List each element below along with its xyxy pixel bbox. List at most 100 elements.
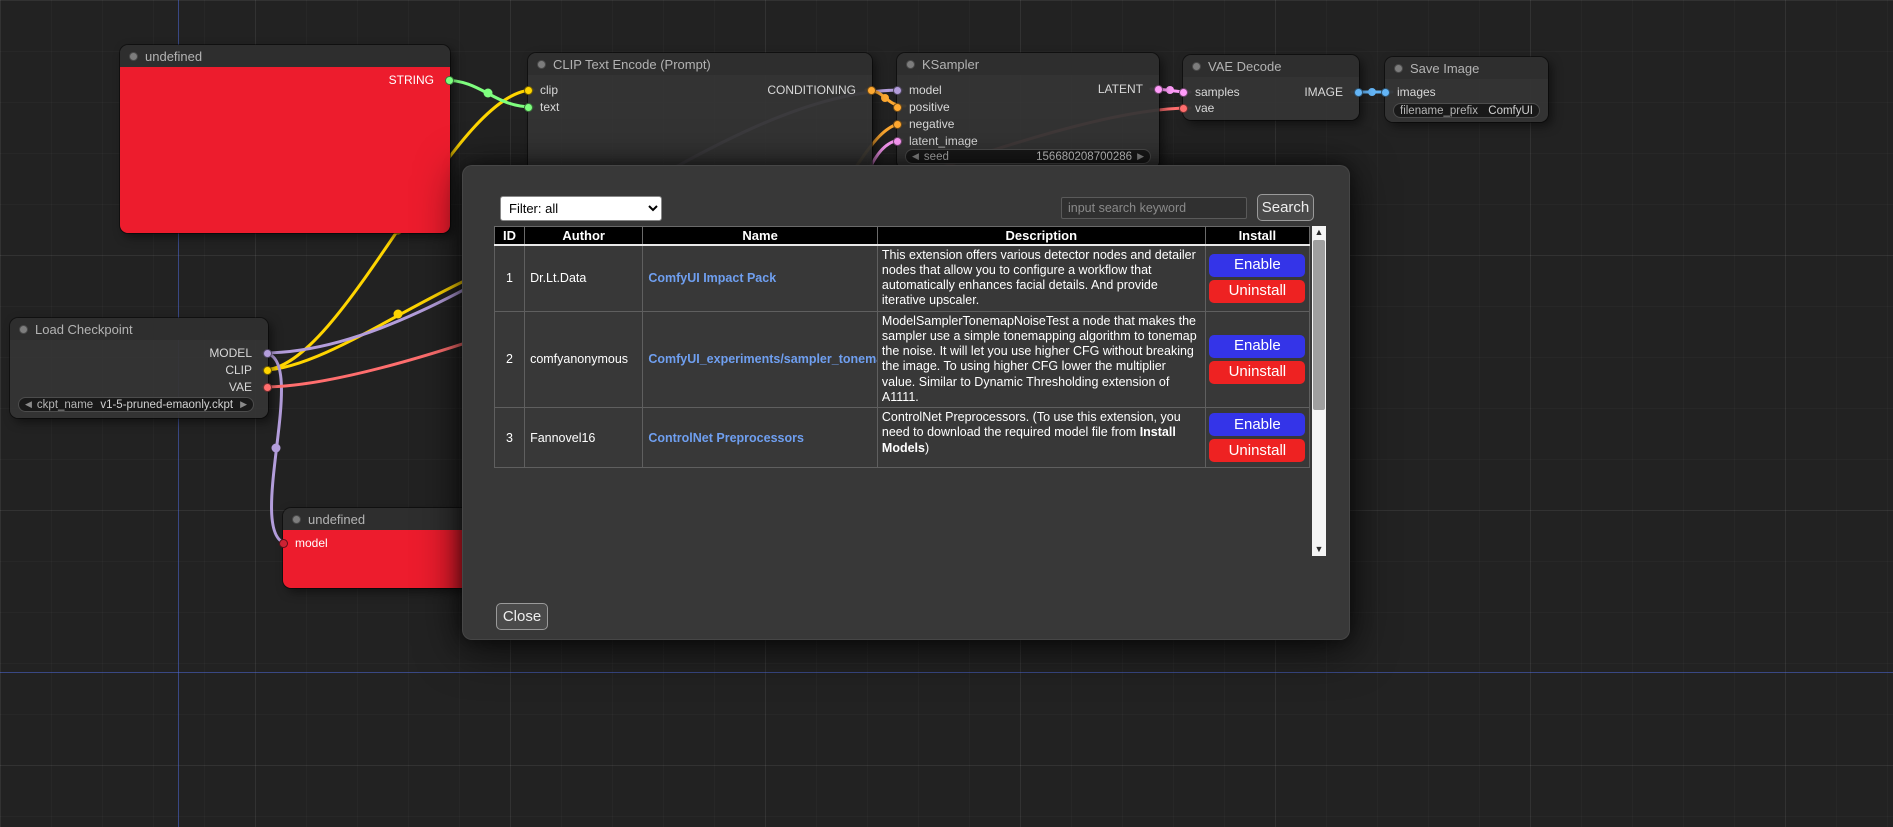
extension-link[interactable]: ControlNet Preprocessors bbox=[648, 431, 804, 445]
widget-value: ComfyUI bbox=[1488, 105, 1533, 117]
widget-name: ckpt_name bbox=[37, 399, 93, 411]
string-output-port[interactable] bbox=[445, 76, 454, 85]
scroll-down-arrow-icon[interactable]: ▼ bbox=[1312, 543, 1326, 556]
node-title: VAE Decode bbox=[1208, 59, 1281, 74]
description-text: ControlNet Preprocessors. (To use this e… bbox=[882, 410, 1181, 439]
images-input-port[interactable] bbox=[1381, 88, 1390, 97]
node-title: CLIP Text Encode (Prompt) bbox=[553, 57, 711, 72]
node-title-bar[interactable]: CLIP Text Encode (Prompt) bbox=[528, 53, 872, 75]
node-body: samples vae IMAGE bbox=[1183, 77, 1359, 120]
collapse-dot-icon[interactable] bbox=[19, 325, 28, 334]
node-vae-decode[interactable]: VAE Decode samples vae IMAGE bbox=[1183, 55, 1359, 120]
model-input-port[interactable] bbox=[893, 86, 902, 95]
input-label: latent_image bbox=[909, 135, 978, 147]
image-output-port[interactable] bbox=[1354, 88, 1363, 97]
collapse-dot-icon[interactable] bbox=[129, 52, 138, 61]
node-body: MODEL CLIP VAE ◀ ckpt_name v1-5-pruned-e… bbox=[10, 340, 268, 418]
extension-row: 2 comfyanonymous ComfyUI_experiments/sam… bbox=[495, 311, 1310, 408]
collapse-dot-icon[interactable] bbox=[537, 60, 546, 69]
link-midpoint-dot bbox=[1166, 86, 1174, 94]
input-label: text bbox=[540, 101, 559, 113]
decrement-arrow-icon[interactable]: ◀ bbox=[912, 152, 919, 161]
close-button[interactable]: Close bbox=[496, 603, 548, 630]
increment-arrow-icon[interactable]: ▶ bbox=[1137, 152, 1144, 161]
samples-input-port[interactable] bbox=[1179, 88, 1188, 97]
node-body: STRING bbox=[120, 67, 450, 233]
extension-author: Fannovel16 bbox=[525, 408, 643, 468]
search-input[interactable] bbox=[1061, 197, 1247, 219]
widget-value: v1-5-pruned-emaonly.ckpt bbox=[100, 399, 233, 411]
table-scrollbar[interactable]: ▲ ▼ bbox=[1312, 226, 1326, 556]
node-title: KSampler bbox=[922, 57, 979, 72]
text-input-port[interactable] bbox=[524, 103, 533, 112]
conditioning-output-port[interactable] bbox=[867, 86, 876, 95]
extension-description: ControlNet Preprocessors. (To use this e… bbox=[877, 408, 1205, 468]
clip-input-port[interactable] bbox=[524, 86, 533, 95]
extension-author: Dr.Lt.Data bbox=[525, 245, 643, 312]
input-label: clip bbox=[540, 84, 558, 96]
extension-description: ModelSamplerTonemapNoiseTest a node that… bbox=[877, 311, 1205, 408]
extension-id: 2 bbox=[495, 311, 525, 408]
node-title-bar[interactable]: KSampler bbox=[897, 53, 1159, 75]
link-midpoint-dot bbox=[394, 310, 403, 319]
collapse-dot-icon[interactable] bbox=[906, 60, 915, 69]
node-title-bar[interactable]: undefined bbox=[120, 45, 450, 67]
node-title-bar[interactable]: VAE Decode bbox=[1183, 55, 1359, 77]
collapse-dot-icon[interactable] bbox=[1192, 62, 1201, 71]
collapse-dot-icon[interactable] bbox=[1394, 64, 1403, 73]
header-author: Author bbox=[525, 227, 643, 245]
negative-input-port[interactable] bbox=[893, 120, 902, 129]
node-title: Save Image bbox=[1410, 61, 1479, 76]
enable-button[interactable]: Enable bbox=[1209, 254, 1305, 277]
extension-id: 1 bbox=[495, 245, 525, 312]
extension-table: ID Author Name Description Install 1 Dr.… bbox=[494, 226, 1310, 468]
scrollbar-thumb[interactable] bbox=[1313, 240, 1325, 410]
node-graph-canvas[interactable]: undefined STRING CLIP Text Encode (Promp… bbox=[0, 0, 1893, 827]
widget-name: seed bbox=[924, 151, 949, 163]
ckpt-name-widget[interactable]: ◀ ckpt_name v1-5-pruned-emaonly.ckpt ▶ bbox=[18, 397, 254, 412]
filter-select[interactable]: Filter: all bbox=[500, 196, 662, 221]
scroll-up-arrow-icon[interactable]: ▲ bbox=[1312, 226, 1326, 239]
enable-button[interactable]: Enable bbox=[1209, 413, 1305, 436]
clip-output-port[interactable] bbox=[263, 366, 272, 375]
extension-row: 3 Fannovel16 ControlNet Preprocessors Co… bbox=[495, 408, 1310, 468]
latent-image-input-port[interactable] bbox=[893, 137, 902, 146]
prev-option-arrow-icon[interactable]: ◀ bbox=[25, 400, 32, 409]
extension-link[interactable]: ComfyUI Impact Pack bbox=[648, 271, 776, 285]
header-name: Name bbox=[643, 227, 878, 245]
uninstall-button[interactable]: Uninstall bbox=[1209, 361, 1305, 384]
uninstall-button[interactable]: Uninstall bbox=[1209, 280, 1305, 303]
output-label: CLIP bbox=[225, 364, 252, 376]
seed-widget[interactable]: ◀ seed 156680208700286 ▶ bbox=[905, 149, 1151, 164]
description-text: ) bbox=[925, 441, 929, 455]
node-title-bar[interactable]: Load Checkpoint bbox=[10, 318, 268, 340]
vae-input-port[interactable] bbox=[1179, 104, 1188, 113]
link-midpoint-dot bbox=[272, 444, 281, 453]
node-ksampler[interactable]: KSampler model positive negative latent_… bbox=[897, 53, 1159, 169]
node-title-bar[interactable]: Save Image bbox=[1385, 57, 1548, 79]
uninstall-button[interactable]: Uninstall bbox=[1209, 439, 1305, 462]
model-input-port[interactable] bbox=[279, 539, 288, 548]
link-midpoint-dot bbox=[484, 89, 493, 98]
filename-prefix-widget[interactable]: filename_prefix ComfyUI bbox=[1393, 103, 1540, 118]
next-option-arrow-icon[interactable]: ▶ bbox=[240, 400, 247, 409]
positive-input-port[interactable] bbox=[893, 103, 902, 112]
node-load-checkpoint[interactable]: Load Checkpoint MODEL CLIP VAE ◀ ckpt_na… bbox=[10, 318, 268, 418]
table-header-row: ID Author Name Description Install bbox=[495, 227, 1310, 245]
node-body: model positive negative latent_image LAT… bbox=[897, 75, 1159, 169]
search-button[interactable]: Search bbox=[1257, 194, 1314, 221]
input-label: vae bbox=[1195, 102, 1214, 114]
collapse-dot-icon[interactable] bbox=[292, 515, 301, 524]
model-output-port[interactable] bbox=[263, 349, 272, 358]
node-save-image[interactable]: Save Image images filename_prefix ComfyU… bbox=[1385, 57, 1548, 122]
enable-button[interactable]: Enable bbox=[1209, 335, 1305, 358]
extension-author: comfyanonymous bbox=[525, 311, 643, 408]
input-label: images bbox=[1397, 86, 1436, 98]
vae-output-port[interactable] bbox=[263, 383, 272, 392]
output-label: CONDITIONING bbox=[767, 84, 856, 96]
node-undefined-top[interactable]: undefined STRING bbox=[120, 45, 450, 233]
output-label: IMAGE bbox=[1304, 86, 1343, 98]
latent-output-port[interactable] bbox=[1154, 85, 1163, 94]
extension-link[interactable]: ComfyUI_experiments/sampler_tonemap bbox=[648, 352, 877, 366]
output-label: STRING bbox=[389, 74, 434, 86]
